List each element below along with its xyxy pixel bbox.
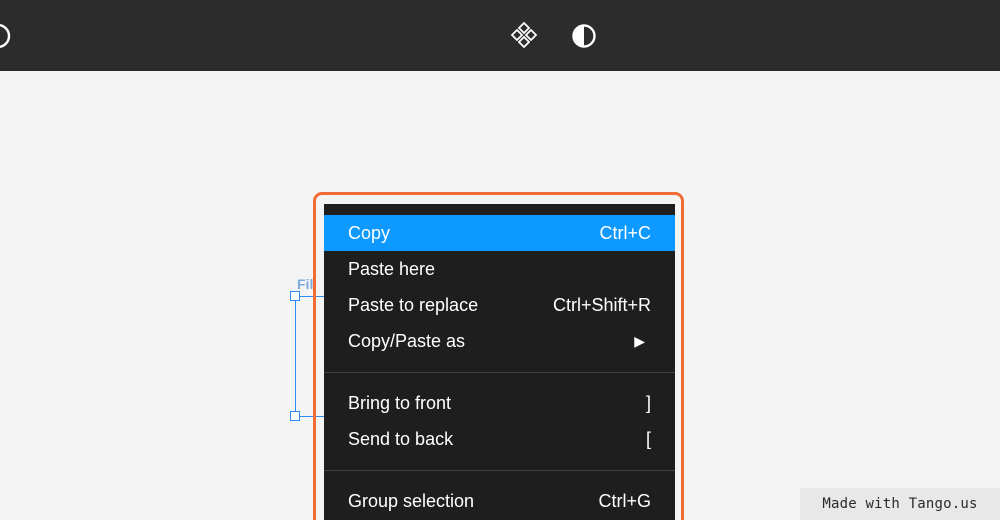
menu-item-shortcut: Ctrl+Shift+R [552, 294, 651, 315]
submenu-arrow-icon: ▶ [634, 332, 645, 349]
menu-item-bring-to-front[interactable]: Bring to front ] [324, 385, 675, 421]
menu-item-send-to-back[interactable]: Send to back [ [324, 421, 675, 457]
menu-item-shortcut: ] [645, 392, 651, 413]
menu-separator [324, 470, 675, 471]
menu-item-paste-to-replace[interactable]: Paste to replace Ctrl+Shift+R [324, 287, 675, 323]
resize-handle-top-left[interactable] [290, 291, 300, 301]
frame-label[interactable]: Fil [297, 276, 313, 292]
menu-item-label: Copy [348, 222, 391, 243]
menu-separator [324, 372, 675, 373]
resize-handle-bottom-left[interactable] [290, 411, 300, 421]
menu-item-shortcut: [ [645, 428, 651, 449]
menu-item-shortcut: Ctrl+C [599, 222, 651, 243]
menu-item-label: Copy/Paste as [348, 330, 466, 351]
menu-item-label: Bring to front [348, 392, 452, 413]
menu-item-group-selection[interactable]: Group selection Ctrl+G [324, 483, 675, 519]
menu-item-label: Send to back [348, 428, 454, 449]
menu-item-label: Paste here [348, 258, 436, 279]
menu-item-paste-here[interactable]: Paste here [324, 251, 675, 287]
menu-item-label: Paste to replace [348, 294, 479, 315]
components-icon[interactable] [509, 20, 539, 50]
circle-outline-icon[interactable] [0, 22, 14, 50]
contrast-icon[interactable] [569, 21, 599, 51]
tango-watermark: Made with Tango.us [800, 488, 1000, 520]
menu-item-shortcut: Ctrl+G [598, 490, 651, 511]
context-menu: Copy Ctrl+C Paste here Paste to replace … [324, 204, 675, 520]
top-toolbar [0, 0, 1000, 71]
menu-item-copy-paste-as[interactable]: Copy/Paste as ▶ [324, 323, 675, 359]
menu-item-copy[interactable]: Copy Ctrl+C [324, 215, 675, 251]
menu-item-label: Group selection [348, 490, 475, 511]
